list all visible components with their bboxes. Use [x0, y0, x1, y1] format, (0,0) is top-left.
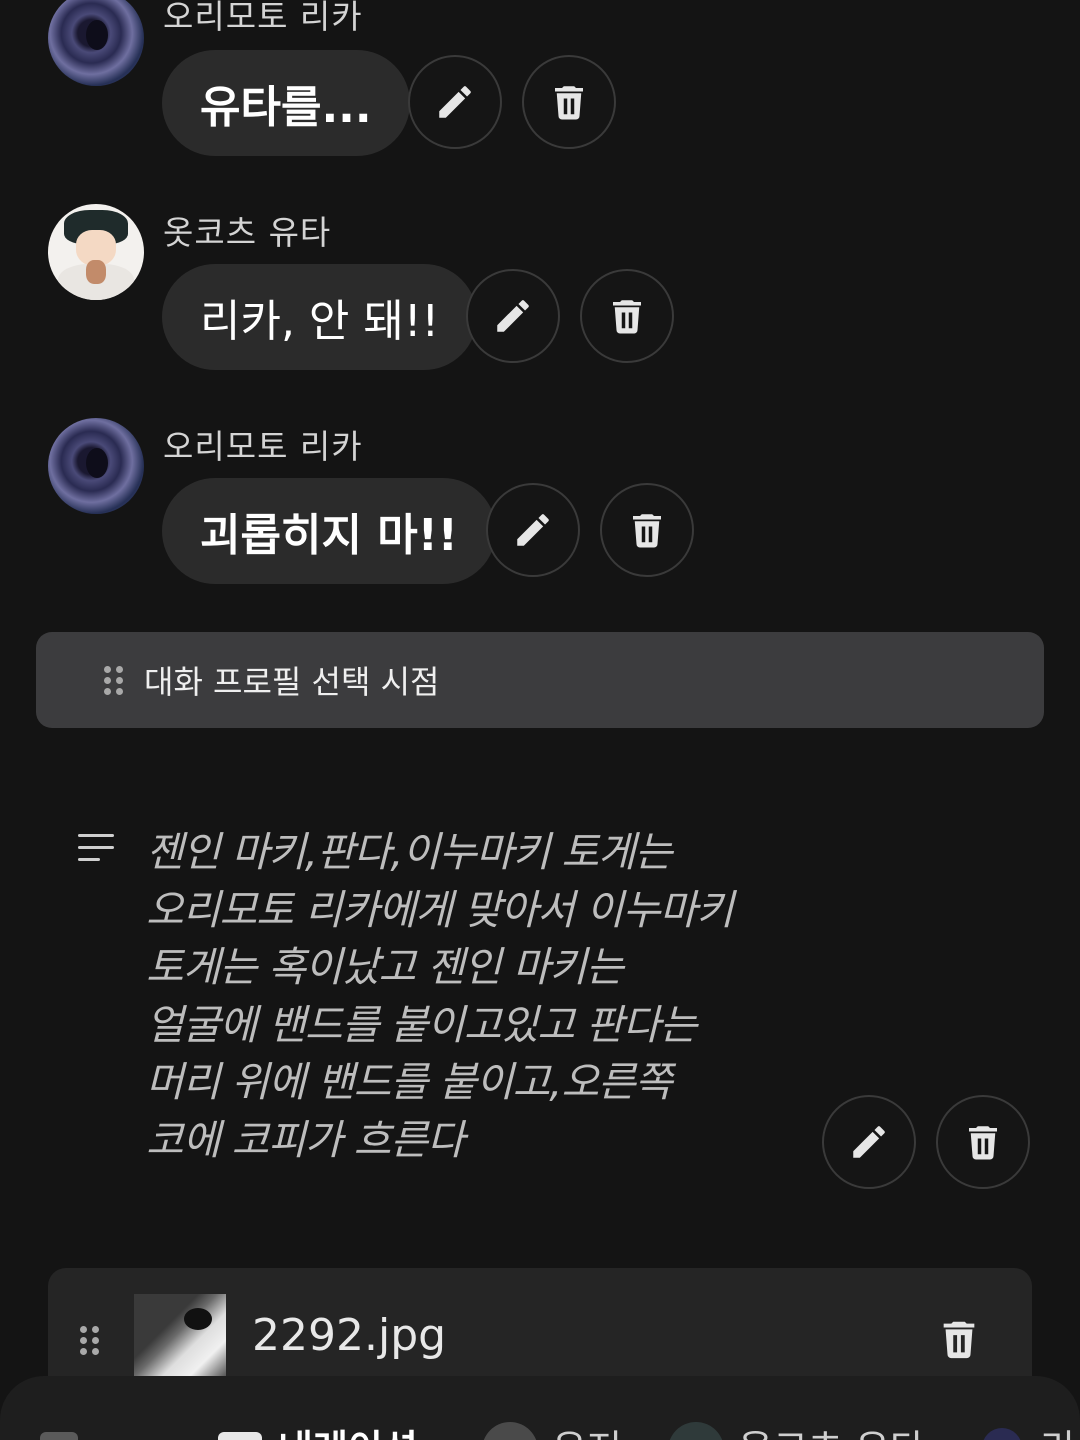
narration-line: 머리 위에 밴드를 붙이고,오른쪽 [146, 1058, 673, 1106]
trash-icon [613, 300, 641, 334]
yuta-avatar-icon [668, 1422, 724, 1440]
avatar-rika[interactable] [48, 0, 144, 86]
narration-line: 젠인 마키,판다,이누마키 토게는 [146, 828, 673, 876]
divider-label: 대화 프로필 선택 시점 [144, 663, 440, 701]
avatar-yuta[interactable] [48, 204, 144, 300]
user-avatar-icon [482, 1422, 538, 1440]
narration-tab-icon [218, 1432, 262, 1440]
chat-editor: 오리모토 리카 유타를... 옷코츠 유타 리카, 안 돼!! 오리모토 리카 … [0, 0, 1080, 1440]
narration-line: 오리모토 리카에게 맞아서 이누마키 [146, 885, 734, 934]
drag-handle-icon[interactable] [104, 666, 126, 696]
profile-select-divider[interactable]: 대화 프로필 선택 시점 [36, 632, 1044, 728]
message-bubble[interactable]: 리카, 안 돼!! [162, 264, 478, 370]
drag-handle-icon[interactable] [80, 1326, 102, 1356]
trash-icon [969, 1126, 997, 1160]
image-thumbnail[interactable] [134, 1294, 226, 1386]
message-bubble[interactable]: 괴롭히지 마!! [162, 478, 496, 584]
text-lines-icon [78, 834, 114, 864]
tab-narration[interactable]: 내레이션 [278, 1418, 418, 1440]
delete-attachment-button[interactable] [936, 1316, 982, 1362]
trash-icon [633, 514, 661, 548]
speaker-name: 옷코츠 유타 [163, 213, 332, 252]
tab-user[interactable]: 유저 [552, 1418, 622, 1440]
pencil-icon [853, 1126, 885, 1158]
edit-button[interactable] [408, 55, 502, 149]
avatar-rika[interactable] [48, 418, 144, 514]
attachment-filename: 2292.jpg [252, 1310, 447, 1361]
speaker-name: 오리모토 리카 [163, 0, 363, 36]
tab-rika[interactable]: 리 [1040, 1418, 1075, 1440]
avatar-hand [86, 260, 106, 284]
delete-button[interactable] [580, 269, 674, 363]
edit-button[interactable] [822, 1095, 916, 1189]
image-icon[interactable] [40, 1432, 78, 1440]
pencil-icon [497, 300, 529, 332]
speaker-name: 오리모토 리카 [163, 427, 363, 466]
edit-button[interactable] [486, 483, 580, 577]
rika-avatar-icon [982, 1428, 1022, 1440]
trash-icon [943, 1321, 975, 1359]
narration-text[interactable]: 젠인 마키,판다,이누마키 토게는 오리모토 리카에게 맞아서 이누마키 토게는… [146, 824, 786, 1169]
narration-line: 토게는 혹이났고 젠인 마키는 [146, 943, 624, 991]
pencil-icon [517, 514, 549, 546]
message-bubble[interactable]: 유타를... [162, 50, 410, 156]
narration-line: 코에 코피가 흐른다 [146, 1115, 465, 1164]
delete-button[interactable] [936, 1095, 1030, 1189]
edit-button[interactable] [466, 269, 560, 363]
narration-line: 얼굴에 밴드를 붙이고있고 판다는 [146, 1000, 697, 1049]
trash-icon [555, 86, 583, 120]
bottom-tab-bar: 내레이션 유저 옷코츠 유타 리 [0, 1376, 1080, 1440]
pencil-icon [439, 86, 471, 118]
tab-yuta[interactable]: 옷코츠 유타 [738, 1418, 925, 1440]
delete-button[interactable] [522, 55, 616, 149]
delete-button[interactable] [600, 483, 694, 577]
